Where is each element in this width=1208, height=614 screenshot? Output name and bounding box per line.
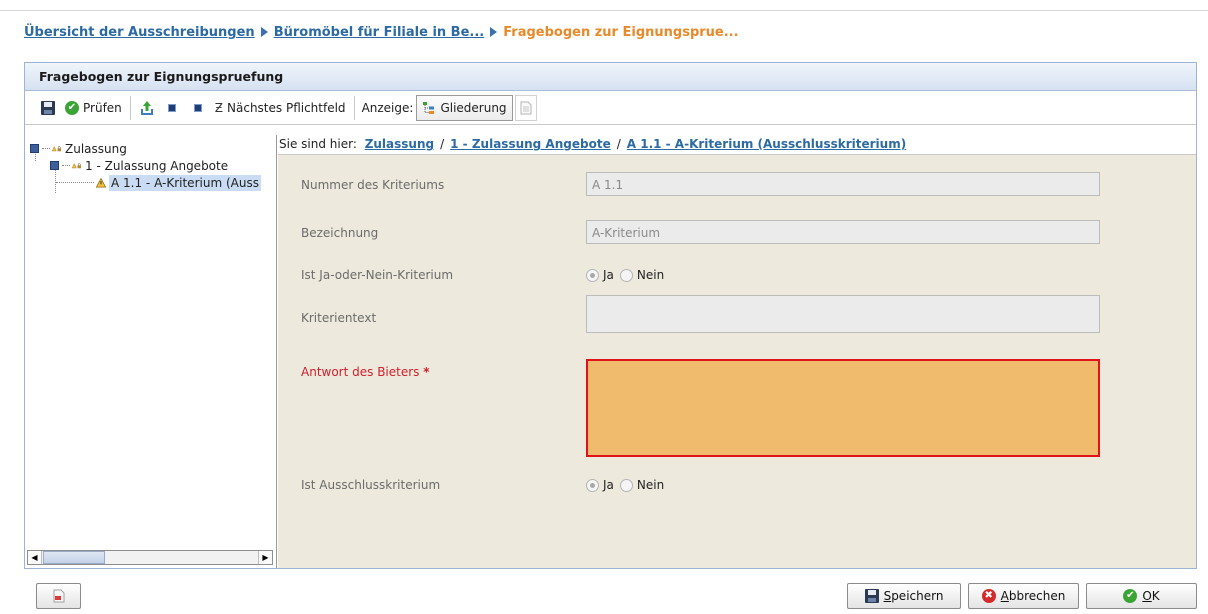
breadcrumb-item-tenders[interactable]: Übersicht der Ausschreibungen <box>24 25 255 40</box>
export-button[interactable] <box>135 96 159 120</box>
collapse-all-button[interactable] <box>185 96 211 120</box>
yesno-yes-radio[interactable] <box>586 268 599 282</box>
breadcrumb-arrow-icon <box>490 27 498 37</box>
breadcrumb-item-furniture[interactable]: Büromöbel für Filiale in Be... <box>274 25 485 40</box>
check-button[interactable]: ✔ Prüfen <box>61 96 126 120</box>
next-required-label: Nächstes Pflichtfeld <box>227 100 346 115</box>
cancel-button[interactable]: ✖ Abbrechen <box>968 583 1079 609</box>
location-bar: Sie sind hier: Zulassung / 1 - Zulassung A… <box>278 135 1196 155</box>
warning-lock-icon <box>72 162 81 168</box>
name-field[interactable]: A-Kriterium <box>586 220 1100 244</box>
toolbar-separator <box>129 95 131 120</box>
view-label: Anzeige: <box>361 100 414 115</box>
answer-textarea[interactable] <box>586 359 1100 457</box>
document-icon <box>520 101 532 114</box>
criterion-form: Sie sind hier: Zulassung / 1 - Zulassung A… <box>278 135 1196 568</box>
tree-connector <box>42 148 50 149</box>
yesno-label: Ist Ja-oder-Nein-Kriterium <box>301 268 454 282</box>
number-field[interactable]: A 1.1 <box>586 172 1100 196</box>
breadcrumb: Übersicht der Ausschreibungen Büromöbel f… <box>24 25 739 40</box>
tree-node-a-kriterium[interactable]: A 1.1 - A-Kriterium (Auss <box>56 174 261 191</box>
check-label: Prüfen <box>83 100 122 115</box>
exclusion-radio-group: Ja Nein <box>586 478 670 492</box>
tree-connector <box>56 182 94 183</box>
number-label: Nummer des Kriteriums <box>301 178 445 192</box>
yesno-no-label: Nein <box>636 268 665 282</box>
outline-label: Gliederung <box>440 100 507 115</box>
required-marker: * <box>423 365 430 379</box>
cancel-button-label: Abbrechen <box>1000 589 1066 603</box>
next-required-button[interactable]: Ƶ Nächstes Pflichtfeld <box>211 96 350 120</box>
location-prefix: Sie sind hier: <box>279 137 357 151</box>
save-icon <box>41 100 55 115</box>
ok-button[interactable]: ✔ OK <box>1086 583 1197 609</box>
expand-all-button[interactable] <box>159 96 185 120</box>
collapse-icon <box>193 103 202 112</box>
criteria-text-label: Kriterientext <box>301 311 377 325</box>
save-button[interactable]: Speichern <box>847 583 961 609</box>
yesno-no-radio[interactable] <box>619 268 633 282</box>
exclusion-label: Ist Ausschlusskriterium <box>301 478 441 492</box>
ok-check-icon: ✔ <box>1123 589 1138 603</box>
tree-node-zulassung-angebote[interactable]: 1 - Zulassung Angebote <box>50 157 228 174</box>
location-link-angebote[interactable]: 1 - Zulassung Angebote <box>450 137 611 151</box>
export-icon <box>140 100 153 115</box>
location-separator: / <box>616 137 621 151</box>
scroll-thumb[interactable] <box>43 551 105 564</box>
scroll-right-icon[interactable]: ▶ <box>258 551 272 564</box>
answer-label-text: Antwort des Bieters <box>301 365 420 379</box>
name-label: Bezeichnung <box>301 226 379 240</box>
scroll-left-icon[interactable]: ◀ <box>28 551 42 564</box>
tree-node-label: Zulassung <box>65 141 127 156</box>
cancel-icon: ✖ <box>981 589 996 603</box>
location-link-zulassung[interactable]: Zulassung <box>365 137 434 151</box>
tree-node-zulassung[interactable]: Zulassung <box>30 140 127 157</box>
tree-collapse-icon[interactable] <box>50 161 59 170</box>
panel-title: Fragebogen zur Eignungspruefung <box>25 63 1196 91</box>
location-link-criterion[interactable]: A 1.1 - A-Kriterium (Ausschlusskriterium… <box>627 137 906 151</box>
yesno-radio-group: Ja Nein <box>586 268 670 282</box>
criteria-tree: Zulassung 1 - Zulassung Angebote A 1.1 -… <box>25 135 277 568</box>
top-divider <box>0 10 1208 11</box>
ok-button-label: OK <box>1142 589 1160 603</box>
yesno-yes-label: Ja <box>603 268 614 282</box>
exclusion-yes-label: Ja <box>603 478 614 492</box>
answer-label: Antwort des Bieters * <box>301 365 430 379</box>
document-view-button[interactable] <box>514 94 537 121</box>
warning-icon <box>96 177 106 187</box>
next-required-icon: Ƶ <box>214 100 224 115</box>
criteria-text-field[interactable] <box>586 295 1100 333</box>
tree-node-label: A 1.1 - A-Kriterium (Auss <box>109 174 261 191</box>
save-button-label: Speichern <box>883 589 944 603</box>
warning-lock-icon <box>52 145 61 151</box>
toolbar-separator <box>353 95 355 120</box>
toolbar: ✔ Prüfen Ƶ Nächstes Pflichtfeld Anzeige: <box>25 91 1196 125</box>
pdf-export-button[interactable] <box>36 583 81 609</box>
tree-connector <box>62 165 70 166</box>
exclusion-yes-radio[interactable] <box>586 478 599 492</box>
breadcrumb-arrow-icon <box>260 27 268 37</box>
outline-tree-icon <box>423 101 435 114</box>
exclusion-no-label: Nein <box>636 478 665 492</box>
check-icon: ✔ <box>65 100 79 115</box>
save-icon <box>864 589 879 603</box>
exclusion-no-radio[interactable] <box>619 478 633 492</box>
pdf-icon <box>53 589 64 603</box>
tree-collapse-icon[interactable] <box>30 144 39 153</box>
tree-node-label: 1 - Zulassung Angebote <box>85 158 229 173</box>
breadcrumb-item-current: Fragebogen zur Eignungsprue... <box>503 25 739 40</box>
tree-horizontal-scrollbar[interactable]: ◀ ▶ <box>27 550 273 565</box>
expand-icon <box>167 103 176 112</box>
location-separator: / <box>440 137 445 151</box>
save-toolbar-button[interactable] <box>37 96 61 120</box>
questionnaire-panel: Fragebogen zur Eignungspruefung ✔ Prüfen… <box>24 62 1197 569</box>
outline-toggle-button[interactable]: Gliederung <box>416 94 513 121</box>
